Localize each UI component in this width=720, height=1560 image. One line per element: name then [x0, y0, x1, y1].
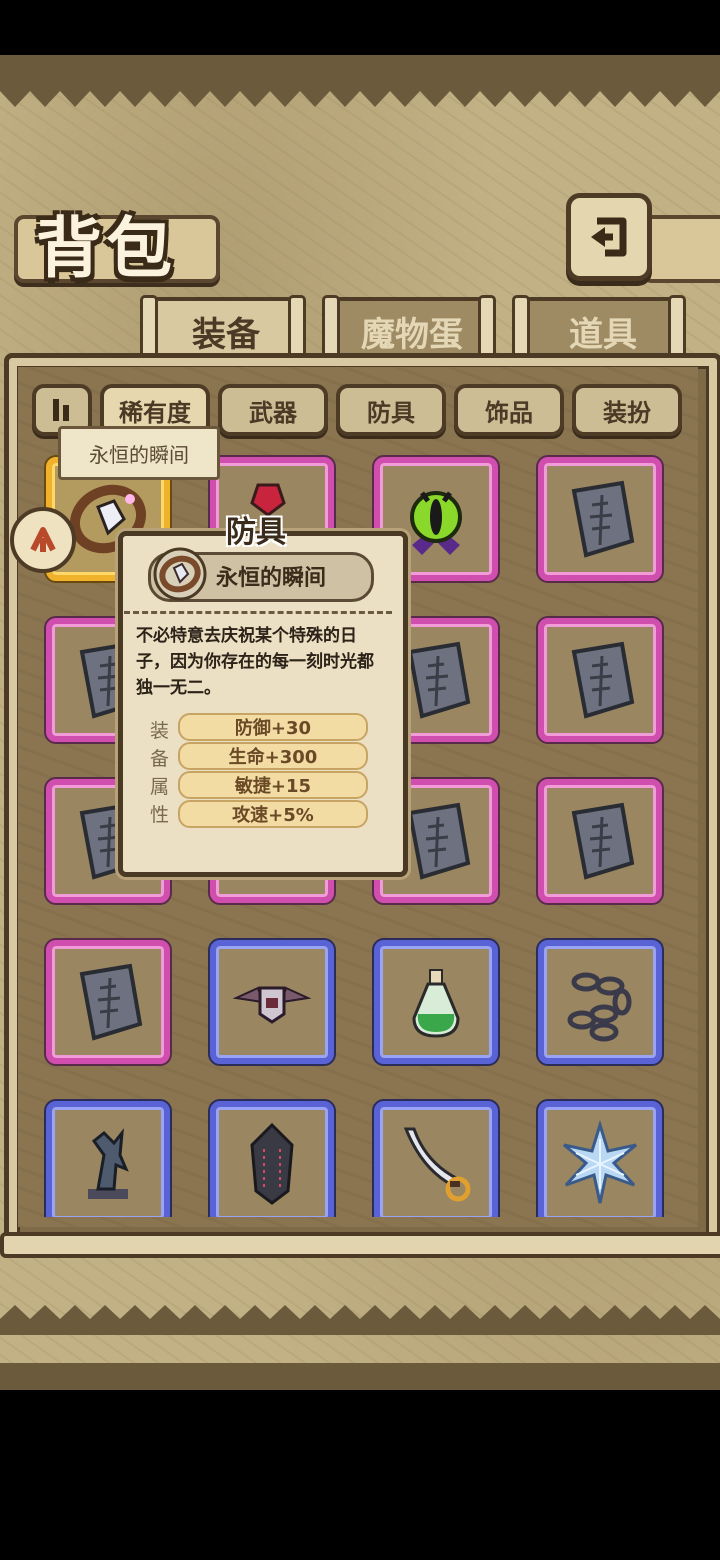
- panel-bottom-rail: [0, 1232, 720, 1258]
- inventory-slot[interactable]: [538, 779, 662, 903]
- stone-tablet-icon: [79, 963, 143, 1041]
- ring-icon: [153, 547, 207, 601]
- top-border-strip: [0, 55, 720, 85]
- stone-tablet-icon: [571, 641, 635, 719]
- scimitar-icon: [403, 1127, 471, 1202]
- inventory-slot[interactable]: [374, 1101, 498, 1217]
- tab-items[interactable]: 道具: [520, 297, 686, 361]
- inventory-slot[interactable]: [210, 1101, 334, 1217]
- sort-bars-icon: [53, 399, 69, 421]
- ice-shard-icon: [563, 1119, 637, 1204]
- inventory-slot[interactable]: [46, 1101, 170, 1217]
- equip-action-button[interactable]: [10, 507, 76, 573]
- potion-icon: [412, 969, 460, 1038]
- stone-tablet-icon: [571, 802, 635, 880]
- attribute-hp: 生命+300: [178, 742, 368, 770]
- filter-costume[interactable]: 装扮: [572, 384, 682, 436]
- inventory-slot[interactable]: [210, 940, 334, 1064]
- attribute-label-char: 装: [150, 720, 170, 742]
- attribute-label-char: 属: [150, 776, 170, 798]
- zigzag-border-bottom: [0, 1305, 720, 1335]
- inventory-slot[interactable]: [538, 618, 662, 742]
- statue-icon: [88, 1128, 129, 1199]
- attribute-agility: 敏捷+15: [178, 771, 368, 799]
- page-title: 背包: [36, 210, 176, 287]
- arrow-up-icon: [30, 527, 56, 552]
- attribute-attack-speed: 攻速+5%: [178, 800, 368, 828]
- attribute-label-char: 性: [150, 804, 170, 826]
- popup-item-name: 永恒的瞬间: [216, 566, 327, 591]
- attribute-defense: 防御+30: [178, 713, 368, 741]
- inventory-slot[interactable]: [538, 457, 662, 581]
- selected-item-name-tag: 永恒的瞬间: [58, 426, 220, 480]
- inventory-slot[interactable]: [538, 940, 662, 1064]
- inventory-slot[interactable]: [374, 940, 498, 1064]
- zigzag-border-top: [0, 83, 720, 107]
- back-button[interactable]: [566, 193, 652, 281]
- inventory-slot[interactable]: [538, 1101, 662, 1217]
- popup-divider: [124, 611, 392, 614]
- winged-helmet-icon: [232, 986, 312, 1024]
- dark-crystal-icon: [250, 1122, 294, 1205]
- filter-weapon[interactable]: 武器: [218, 384, 328, 436]
- return-arrow-icon: [591, 217, 627, 257]
- tab-monster-eggs[interactable]: 魔物蛋: [330, 297, 494, 361]
- popup-description: 不必特意去庆祝某个特殊的日子，因为你存在的每一刻时光都独一无二。: [136, 626, 374, 698]
- game-screen: 背包 装备 魔物蛋 道具 稀有度 武器 防具 饰品 装扮 永恒的瞬间 防具 永恒…: [0, 55, 720, 1390]
- popup-category: 防具: [226, 515, 286, 550]
- chain-icon: [567, 972, 632, 1042]
- bottom-border-strip: [0, 1363, 720, 1390]
- filter-accessory[interactable]: 饰品: [454, 384, 564, 436]
- tab-equipment[interactable]: 装备: [148, 297, 304, 361]
- stone-tablet-icon: [571, 480, 635, 558]
- attribute-label-char: 备: [150, 748, 170, 770]
- inventory-slot[interactable]: [46, 940, 170, 1064]
- filter-armor[interactable]: 防具: [336, 384, 446, 436]
- back-button-plate: [642, 215, 720, 283]
